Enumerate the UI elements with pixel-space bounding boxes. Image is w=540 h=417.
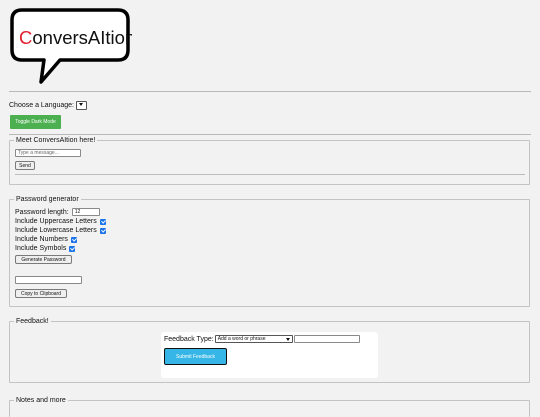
speech-bubble-icon: ConversAItion	[10, 8, 135, 84]
lowercase-checkbox[interactable]	[99, 227, 106, 234]
symbols-checkbox[interactable]	[69, 245, 76, 252]
svg-text:ConversAItion: ConversAItion	[19, 27, 132, 48]
uppercase-row: Include Uppercase Letters	[15, 218, 106, 225]
message-placeholder: Type a message...	[18, 150, 59, 156]
feedback-type-select[interactable]: Add a word or phrase	[214, 335, 293, 343]
uppercase-checkbox[interactable]	[99, 218, 106, 225]
language-picker: Choose a Language:	[9, 101, 87, 110]
send-button[interactable]: Send	[15, 161, 35, 170]
chat-divider	[15, 174, 525, 175]
chat-title: Meet ConversAItion here!	[16, 137, 96, 144]
uppercase-label: Include Uppercase Letters	[15, 218, 97, 225]
password-title: Password generator	[16, 196, 79, 203]
length-label: Password length:	[15, 208, 69, 216]
language-select[interactable]	[76, 101, 87, 110]
lowercase-row: Include Lowercase Letters	[15, 227, 106, 234]
toggle-dark-mode-button[interactable]: Toggle Dark Mode	[10, 115, 61, 129]
numbers-label: Include Numbers	[15, 236, 68, 243]
password-output[interactable]	[15, 276, 82, 284]
symbols-label: Include Symbols	[15, 245, 67, 252]
notes-title: Notes and more	[16, 397, 66, 404]
numbers-row: Include Numbers	[15, 236, 77, 243]
logo-text: onversAItion	[32, 27, 132, 48]
logo: ConversAItion	[8, 7, 135, 87]
chat-section: Meet ConversAItion here!	[9, 137, 530, 185]
notes-section: Notes and more	[9, 397, 530, 417]
generate-password-button[interactable]: Generate Password	[15, 255, 72, 264]
divider	[9, 134, 531, 135]
language-label: Choose a Language:	[9, 102, 74, 109]
divider	[9, 91, 531, 92]
length-row: Password length: 12	[15, 208, 100, 216]
feedback-type-label: Feedback Type:	[164, 335, 214, 343]
copy-to-clipboard-button[interactable]: Copy to Clipboard	[15, 289, 67, 298]
feedback-type-row: Feedback Type: Add a word or phrase	[164, 335, 360, 343]
numbers-checkbox[interactable]	[70, 236, 77, 243]
feedback-text-input[interactable]	[293, 335, 360, 343]
length-input[interactable]: 12	[71, 208, 100, 216]
lowercase-label: Include Lowercase Letters	[15, 227, 97, 234]
message-input[interactable]: Type a message...	[15, 149, 81, 157]
feedback-title: Feedback!	[16, 318, 49, 325]
logo-first-letter: C	[19, 27, 32, 48]
symbols-row: Include Symbols	[15, 245, 76, 252]
submit-feedback-button[interactable]: Submit Feedback	[164, 348, 227, 365]
